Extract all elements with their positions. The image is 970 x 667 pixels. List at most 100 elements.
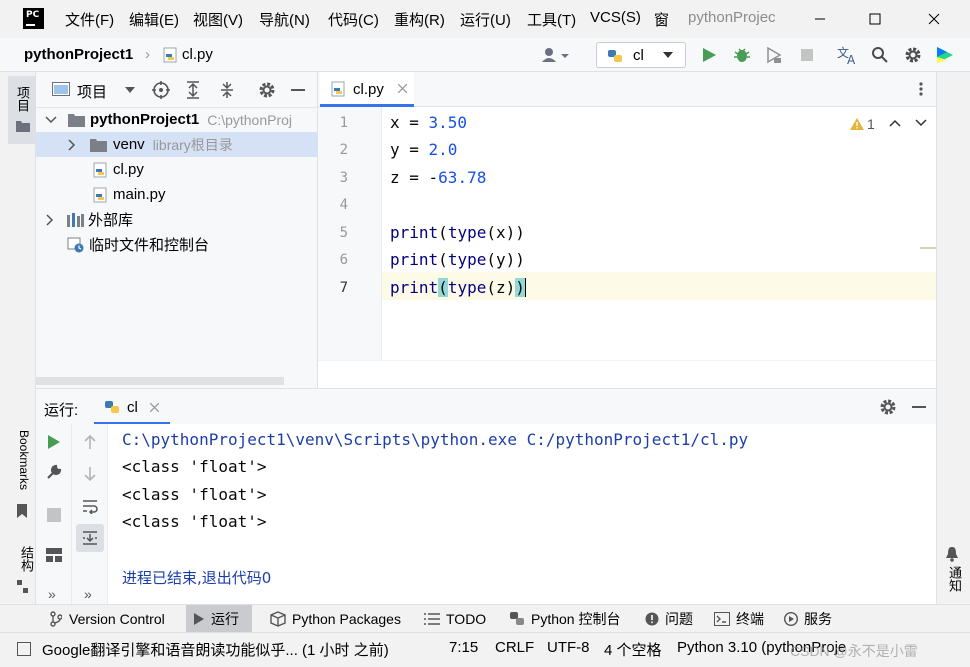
watermark: CSDN @永不是小雷: [790, 643, 918, 659]
horizontal-scrollbar[interactable]: [36, 377, 284, 385]
tool-run[interactable]: 运行: [186, 605, 252, 633]
menu-vcs[interactable]: VCS(S): [590, 9, 641, 26]
tree-item-external-libraries[interactable]: 外部库: [36, 207, 318, 232]
more-chevron-icon[interactable]: »: [84, 586, 92, 602]
tree-item-venv[interactable]: venv library根目录: [36, 132, 318, 157]
python-icon: [104, 399, 120, 415]
menu-code[interactable]: 代码(C): [328, 9, 379, 30]
settings-gear-icon[interactable]: [258, 81, 276, 99]
navigation-bar: pythonProject1 › cl.py cl 文A: [0, 38, 970, 72]
stop-icon[interactable]: [800, 48, 814, 62]
menu-refactor[interactable]: 重构(R): [394, 9, 445, 30]
chevron-down-icon[interactable]: [125, 87, 135, 94]
warning-count[interactable]: 1: [867, 116, 875, 132]
code-line: print(type(x)): [390, 223, 525, 242]
menu-run[interactable]: 运行(U): [460, 9, 511, 30]
hide-panel-icon[interactable]: [291, 89, 305, 92]
menu-edit[interactable]: 编辑(E): [129, 9, 179, 30]
close-tab-icon[interactable]: [150, 403, 159, 412]
more-options-icon[interactable]: [919, 81, 923, 97]
tool-version-control[interactable]: Version Control: [42, 605, 173, 633]
layout-icon[interactable]: [46, 548, 62, 562]
menu-tools[interactable]: 工具(T): [527, 9, 576, 30]
breadcrumb-file[interactable]: cl.py: [182, 46, 213, 63]
python-console-icon: [509, 611, 525, 627]
scroll-to-end-button[interactable]: [76, 524, 104, 552]
tool-todo[interactable]: TODO: [416, 605, 494, 633]
notification-bell-icon[interactable]: [945, 546, 959, 562]
up-arrow-icon[interactable]: [83, 434, 97, 450]
tool-python-console[interactable]: Python 控制台: [501, 605, 628, 633]
status-message[interactable]: Google翻译引擎和语音朗读功能似乎... (1 小时 之前): [42, 639, 389, 660]
code-line: print(type(y)): [390, 250, 525, 269]
code-editor[interactable]: x = 3.50 y = 2.0 z = -63.78 print(type(x…: [382, 107, 936, 360]
wrench-icon[interactable]: [46, 464, 62, 480]
next-highlight-icon[interactable]: [915, 119, 927, 127]
maximize-icon[interactable]: [863, 8, 887, 30]
menu-navigate[interactable]: 导航(N): [259, 9, 310, 30]
run-console[interactable]: C:\pythonProject1\venv\Scripts\python.ex…: [108, 424, 936, 604]
search-icon[interactable]: [871, 46, 889, 64]
hide-panel-icon[interactable]: [912, 406, 926, 409]
run-tab-cl[interactable]: cl: [94, 389, 170, 425]
chevron-down-icon: [663, 52, 673, 59]
run-toolbar-secondary: »: [72, 424, 108, 604]
right-tool-strip: 通知: [936, 72, 970, 604]
user-icon[interactable]: [540, 46, 570, 64]
bookmarks-tool-tab[interactable]: Bookmarks: [17, 430, 31, 490]
minimize-icon[interactable]: [808, 8, 832, 30]
status-line-separator[interactable]: CRLF: [495, 639, 534, 656]
tree-item-project-root[interactable]: pythonProject1 C:\pythonProj: [36, 107, 318, 132]
warning-icon[interactable]: [849, 117, 865, 131]
locate-file-icon[interactable]: [152, 81, 170, 99]
structure-icon[interactable]: [17, 580, 29, 594]
bookmark-icon[interactable]: [17, 504, 27, 518]
line-number: 3: [339, 170, 348, 186]
close-icon[interactable]: [922, 8, 946, 30]
library-icon: [67, 212, 84, 227]
debug-icon[interactable]: [733, 46, 751, 64]
rerun-icon[interactable]: [47, 434, 61, 450]
translate-icon[interactable]: 文A: [837, 45, 859, 65]
tool-python-packages[interactable]: Python Packages: [262, 605, 409, 633]
editor-gutter: 1 2 3 4 5 6 7: [318, 107, 382, 360]
line-number: 2: [339, 142, 348, 158]
more-chevron-icon[interactable]: »: [48, 586, 56, 602]
stop-icon[interactable]: [47, 508, 61, 522]
line-number: 1: [339, 115, 348, 131]
down-arrow-icon[interactable]: [83, 466, 97, 482]
status-caret-position[interactable]: 7:15: [449, 639, 478, 656]
settings-gear-icon[interactable]: [879, 398, 897, 416]
expand-all-icon[interactable]: [185, 81, 201, 99]
tool-terminal[interactable]: 终端: [706, 605, 772, 633]
previous-highlight-icon[interactable]: [889, 119, 901, 127]
tool-problems[interactable]: 问题: [637, 605, 701, 633]
coverage-icon[interactable]: [765, 46, 783, 64]
run-tab-label: cl: [127, 399, 138, 416]
soft-wrap-icon[interactable]: [82, 498, 98, 514]
menu-view[interactable]: 视图(V): [193, 9, 243, 30]
breadcrumb-project[interactable]: pythonProject1: [24, 46, 133, 63]
menu-window[interactable]: 窗: [654, 9, 669, 30]
run-icon[interactable]: [701, 47, 717, 63]
run-config-select[interactable]: cl: [596, 42, 686, 68]
status-message-icon[interactable]: [17, 642, 31, 656]
collapse-all-icon[interactable]: [219, 81, 235, 99]
tree-item-cl-py[interactable]: cl.py: [36, 157, 318, 182]
tree-item-main-py[interactable]: main.py: [36, 182, 318, 207]
project-tool-tab[interactable]: 项目: [8, 76, 36, 144]
project-panel-title[interactable]: 项目: [77, 81, 107, 102]
tool-services[interactable]: 服务: [776, 605, 840, 633]
menu-file[interactable]: 文件(F): [65, 9, 114, 30]
plugin-logo-icon[interactable]: [935, 45, 955, 65]
editor-tab-cl-py[interactable]: cl.py: [320, 72, 414, 107]
status-encoding[interactable]: UTF-8: [547, 639, 590, 656]
notifications-tool-tab[interactable]: 通知: [945, 566, 964, 592]
chevron-down-icon: [45, 115, 57, 124]
close-tab-icon[interactable]: [398, 84, 407, 93]
project-panel: 项目 pythonProject1 C:\pythonProj venv lib…: [36, 72, 318, 388]
tree-item-scratches[interactable]: 临时文件和控制台: [36, 232, 318, 257]
settings-gear-icon[interactable]: [904, 46, 922, 64]
structure-tool-tab[interactable]: 结构: [17, 546, 36, 572]
status-indent[interactable]: 4 个空格: [604, 639, 662, 660]
